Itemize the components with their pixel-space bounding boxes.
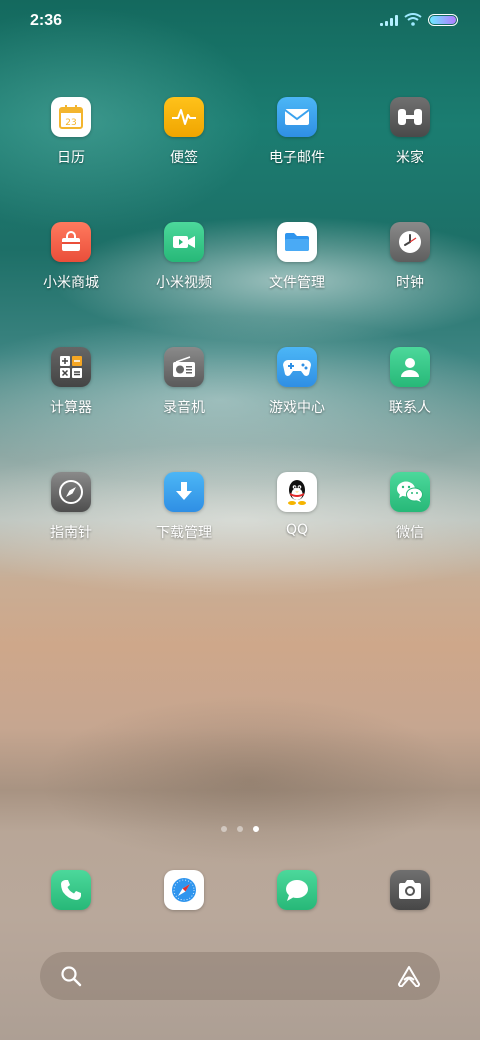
camera-icon: [390, 870, 430, 910]
app-label: 联系人: [389, 400, 431, 416]
app-mijia[interactable]: 米家: [360, 97, 460, 167]
app-label: 米家: [396, 150, 424, 166]
app-email[interactable]: 电子邮件: [247, 97, 347, 167]
qq-icon: [277, 472, 317, 512]
wechat-icon: [390, 472, 430, 512]
page-indicator: [0, 826, 480, 832]
app-label: 录音机: [163, 400, 205, 416]
calendar-date-text: 23: [65, 118, 76, 128]
page-dot-active[interactable]: [253, 826, 259, 832]
status-time: 2:36: [30, 12, 63, 29]
app-label: 小米商城: [43, 275, 99, 291]
status-bar: 2:36: [0, 0, 480, 40]
compass-icon: [51, 472, 91, 512]
page-dot[interactable]: [221, 826, 227, 832]
app-clock[interactable]: 时钟: [360, 222, 460, 292]
notes-icon: [164, 97, 204, 137]
mail-icon: [277, 97, 317, 137]
phone-icon: [51, 870, 91, 910]
mijia-icon: [390, 97, 430, 137]
app-mi-store[interactable]: 小米商城: [21, 222, 121, 292]
app-recorder[interactable]: 录音机: [134, 347, 234, 417]
app-label: 微信: [396, 525, 424, 541]
battery-icon: [428, 13, 458, 26]
app-label: 时钟: [396, 275, 424, 291]
app-label: 下载管理: [156, 525, 212, 541]
app-calendar[interactable]: 23 日历: [21, 97, 121, 167]
app-label: 计算器: [50, 400, 92, 416]
page-dot[interactable]: [237, 826, 243, 832]
app-qq[interactable]: QQ: [247, 472, 347, 538]
messages-icon: [277, 870, 317, 910]
app-notes[interactable]: 便签: [134, 97, 234, 167]
search-icon[interactable]: [60, 965, 82, 987]
dock-messages[interactable]: [247, 870, 347, 910]
recorder-icon: [164, 347, 204, 387]
mi-store-icon: [51, 222, 91, 262]
contacts-icon: [390, 347, 430, 387]
calendar-icon: 23: [51, 97, 91, 137]
clock-icon: [390, 222, 430, 262]
app-download-manager[interactable]: 下载管理: [134, 472, 234, 542]
dock-browser[interactable]: [134, 870, 234, 910]
wifi-icon: [404, 13, 422, 26]
app-label: QQ: [285, 522, 309, 538]
app-contacts[interactable]: 联系人: [360, 347, 460, 417]
calculator-icon: [51, 347, 91, 387]
download-icon: [164, 472, 204, 512]
app-label: 电子邮件: [269, 150, 325, 166]
app-label: 小米视频: [156, 275, 212, 291]
search-bar[interactable]: [40, 952, 440, 1000]
folder-icon: [277, 222, 317, 262]
browser-icon: [164, 870, 204, 910]
app-mi-video[interactable]: 小米视频: [134, 222, 234, 292]
app-label: 指南针: [50, 525, 92, 541]
game-center-icon: [277, 347, 317, 387]
signal-icon: [380, 14, 398, 26]
app-game-center[interactable]: 游戏中心: [247, 347, 347, 417]
dock-phone[interactable]: [21, 870, 121, 910]
dock-camera[interactable]: [360, 870, 460, 910]
app-wechat[interactable]: 微信: [360, 472, 460, 542]
app-label: 游戏中心: [269, 400, 325, 416]
app-compass[interactable]: 指南针: [21, 472, 121, 542]
status-icons: [380, 13, 458, 26]
video-icon: [164, 222, 204, 262]
assistant-icon[interactable]: [396, 965, 422, 987]
app-label: 便签: [170, 150, 198, 166]
app-file-manager[interactable]: 文件管理: [247, 222, 347, 292]
app-label: 日历: [57, 150, 85, 166]
app-calculator[interactable]: 计算器: [21, 347, 121, 417]
app-label: 文件管理: [269, 275, 325, 291]
